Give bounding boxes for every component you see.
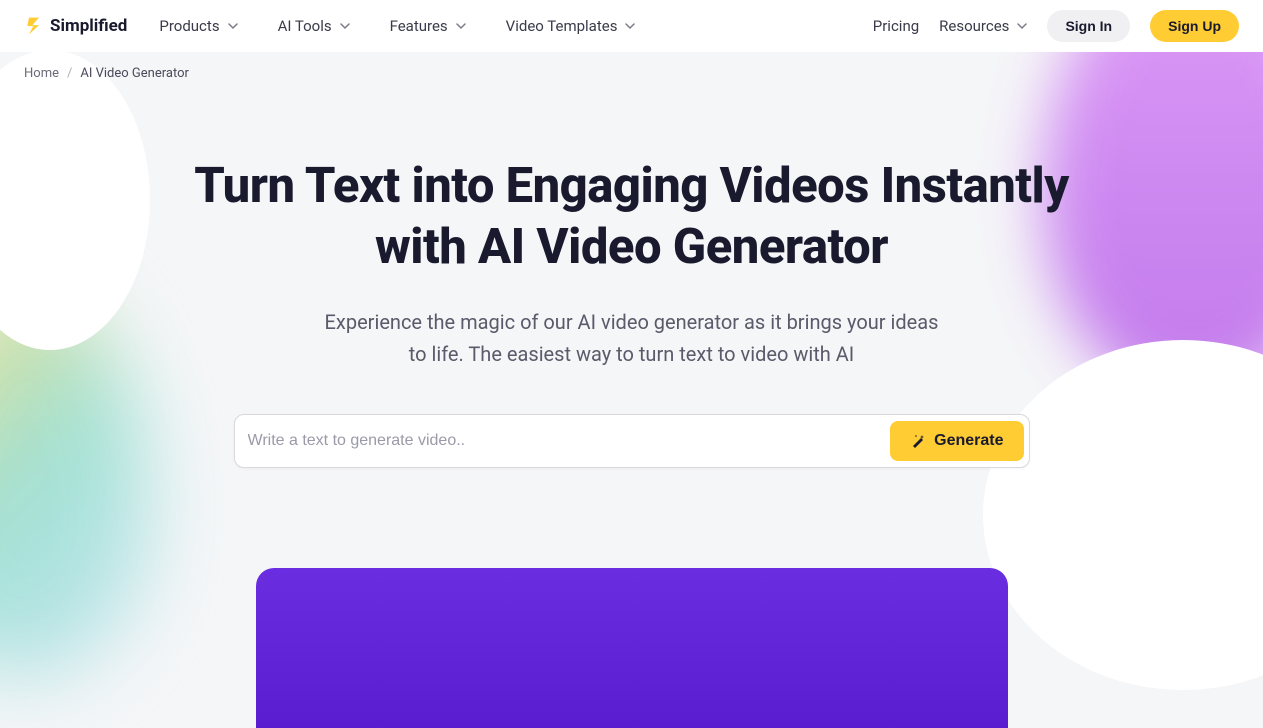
magic-wand-icon xyxy=(910,433,926,449)
brand-name: Simplified xyxy=(50,16,127,36)
main-nav: Products AI Tools Features Video Templat… xyxy=(159,17,635,35)
nav-right: Pricing Resources Sign In Sign Up xyxy=(873,10,1239,42)
simplified-logo-icon xyxy=(24,16,44,36)
nav-label: Video Templates xyxy=(506,17,618,35)
video-preview-panel xyxy=(256,568,1008,728)
breadcrumb-home[interactable]: Home xyxy=(24,66,59,81)
sign-in-button[interactable]: Sign In xyxy=(1047,10,1130,42)
nav-label: Resources xyxy=(939,17,1009,35)
nav-video-templates[interactable]: Video Templates xyxy=(506,17,636,35)
generate-label: Generate xyxy=(934,432,1003,450)
nav-ai-tools[interactable]: AI Tools xyxy=(278,17,350,35)
nav-products[interactable]: Products xyxy=(159,17,237,35)
chevron-down-icon xyxy=(1017,21,1027,31)
breadcrumb: Home / AI Video Generator xyxy=(0,52,1263,95)
chevron-down-icon xyxy=(456,21,466,31)
prompt-input[interactable] xyxy=(240,420,891,462)
breadcrumb-separator: / xyxy=(67,66,72,81)
breadcrumb-current: AI Video Generator xyxy=(80,66,189,81)
chevron-down-icon xyxy=(625,21,635,31)
chevron-down-icon xyxy=(228,21,238,31)
nav-label: Products xyxy=(159,17,219,35)
nav-label: AI Tools xyxy=(278,17,332,35)
hero-section: Turn Text into Engaging Videos Instantly… xyxy=(0,95,1263,728)
page-title: Turn Text into Engaging Videos Instantly… xyxy=(182,155,1082,278)
prompt-input-bar: Generate xyxy=(234,414,1030,468)
nav-pricing[interactable]: Pricing xyxy=(873,17,919,35)
nav-resources[interactable]: Resources xyxy=(939,17,1027,35)
chevron-down-icon xyxy=(340,21,350,31)
site-header: Simplified Products AI Tools Features Vi… xyxy=(0,0,1263,52)
brand-logo[interactable]: Simplified xyxy=(24,16,127,36)
nav-label: Features xyxy=(390,17,448,35)
sign-up-button[interactable]: Sign Up xyxy=(1150,10,1239,42)
generate-button[interactable]: Generate xyxy=(890,421,1023,461)
nav-features[interactable]: Features xyxy=(390,17,466,35)
page-subtitle: Experience the magic of our AI video gen… xyxy=(322,306,942,370)
